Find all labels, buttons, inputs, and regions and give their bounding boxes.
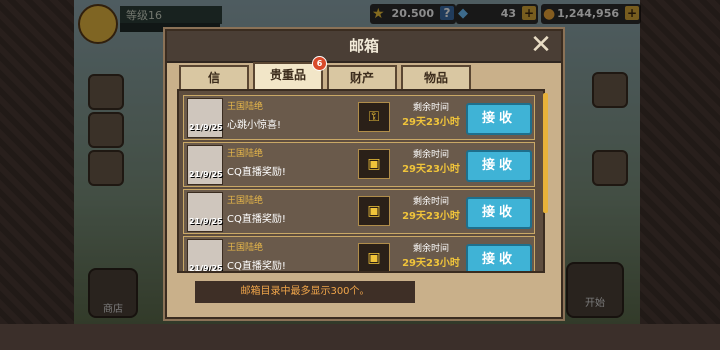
sender-avatar — [187, 145, 223, 185]
mail-subject: 心跳小惊喜! — [227, 120, 282, 131]
time-remaining: 剩余时间 29天23小时 — [396, 242, 466, 271]
mail-tabs: 信 贵重品 6 财产 物品 — [175, 56, 553, 90]
mail-date: 21/9/25 — [189, 123, 223, 132]
mail-sender: 王国陆绝 — [227, 196, 264, 206]
tab-letters[interactable]: 信 — [179, 65, 249, 89]
time-label: 剩余时间 — [412, 150, 449, 160]
mail-sender: 王国陆绝 — [227, 149, 264, 159]
mailbox-dialog: 邮箱 ✕ 信 贵重品 6 财产 物品 21/9/25 王国陆绝 心跳小惊喜! ⚿… — [165, 29, 563, 319]
time-remaining: 剩余时间 29天23小时 — [396, 148, 466, 180]
time-value: 29天23小时 — [402, 258, 460, 269]
mail-item: 21/9/25 王国陆绝 CQ直播奖励! ▣ 剩余时间 29天23小时 接收 — [183, 189, 535, 234]
claim-button[interactable]: 接收 — [466, 197, 532, 229]
mailbox-limit-note: 邮箱目录中最多显示300个。 — [195, 281, 415, 303]
tab-valuables[interactable]: 贵重品 6 — [253, 56, 327, 90]
gold-key-icon: ⚿ — [358, 102, 390, 132]
mail-list[interactable]: 21/9/25 王国陆绝 心跳小惊喜! ⚿ 剩余时间 29天23小时 接收 21… — [177, 89, 545, 273]
close-icon[interactable]: ✕ — [529, 32, 553, 58]
mail-subject: CQ直播奖励! — [227, 167, 286, 178]
tab-valuables-label: 贵重品 — [269, 68, 306, 82]
sender-avatar — [187, 192, 223, 232]
chest-card-icon: ▣ — [358, 149, 390, 179]
time-label: 剩余时间 — [412, 197, 449, 207]
time-label: 剩余时间 — [412, 103, 449, 113]
chest-card-icon: ▣ — [358, 196, 390, 226]
time-value: 29天23小时 — [402, 117, 460, 128]
mail-item: 21/9/25 王国陆绝 CQ直播奖励! ▣ 剩余时间 29天23小时 接收 — [183, 236, 535, 273]
mail-date: 21/9/25 — [189, 264, 223, 273]
claim-button[interactable]: 接收 — [466, 244, 532, 271]
time-label: 剩余时间 — [412, 244, 449, 254]
time-value: 29天23小时 — [402, 164, 460, 175]
claim-button[interactable]: 接收 — [466, 103, 532, 135]
mail-subject: CQ直播奖励! — [227, 214, 286, 225]
mail-date: 21/9/25 — [189, 217, 223, 226]
time-remaining: 剩余时间 29天23小时 — [396, 101, 466, 133]
mail-sender: 王国陆绝 — [227, 102, 264, 112]
time-remaining: 剩余时间 29天23小时 — [396, 195, 466, 227]
scrollbar[interactable] — [543, 93, 548, 213]
mail-item: 21/9/25 王国陆绝 CQ直播奖励! ▣ 剩余时间 29天23小时 接收 — [183, 142, 535, 187]
dialog-header: 邮箱 ✕ — [167, 31, 561, 63]
time-value: 29天23小时 — [402, 211, 460, 222]
dialog-title: 邮箱 — [348, 37, 379, 55]
mail-date: 21/9/25 — [189, 170, 223, 179]
notification-badge: 6 — [312, 56, 327, 71]
sender-avatar — [187, 98, 223, 138]
mail-subject: CQ直播奖励! — [227, 261, 286, 272]
claim-button[interactable]: 接收 — [466, 150, 532, 182]
mail-item: 21/9/25 王国陆绝 心跳小惊喜! ⚿ 剩余时间 29天23小时 接收 — [183, 95, 535, 140]
chest-card-icon: ▣ — [358, 243, 390, 271]
tab-assets[interactable]: 财产 — [327, 65, 397, 89]
tab-items[interactable]: 物品 — [401, 65, 471, 89]
mail-sender: 王国陆绝 — [227, 243, 264, 253]
